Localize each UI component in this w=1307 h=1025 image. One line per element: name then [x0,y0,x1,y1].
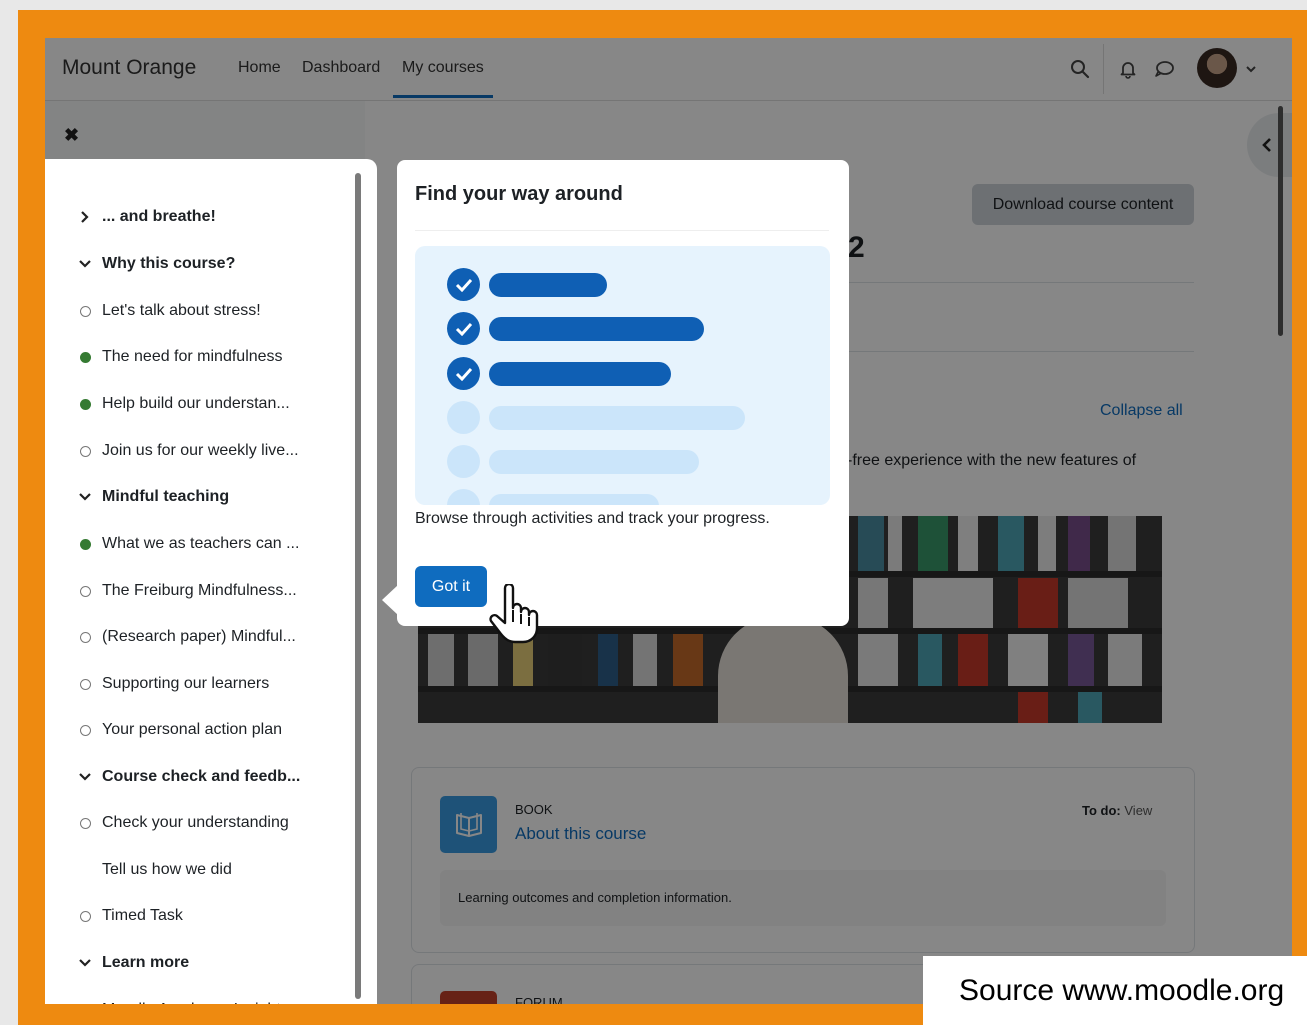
empty-circle-icon [447,489,480,505]
check-icon [447,357,480,390]
completion-empty-icon [78,585,92,597]
completion-done-icon [78,398,92,410]
course-index-activity[interactable]: Tell us how we did [45,850,345,890]
course-index-section[interactable]: Course check and feedb... [45,757,345,797]
course-index-label: Why this course? [102,255,236,272]
course-index-activity[interactable]: Supporting our learners [45,664,345,704]
course-index-label: The Freiburg Mindfulness... [102,582,297,599]
course-index-activity[interactable]: Join us for our weekly live... [45,431,345,471]
progress-illustration [415,246,830,505]
moodle-screen: Mount Orange Home Dashboard My courses ✖… [45,38,1292,1004]
course-index-label: Learn more [102,954,190,971]
course-index-activity[interactable]: What we as teachers can ... [45,524,345,564]
course-index-activity[interactable]: Help build our understan... [45,384,345,424]
popover-text: Browse through activities and track your… [415,510,770,527]
completion-empty-icon [78,724,92,736]
course-index-activity[interactable]: The Freiburg Mindfulness... [45,571,345,611]
course-index-label: Help build our understan... [102,395,290,412]
course-index-label: Course check and feedb... [102,768,301,785]
source-caption: Source www.moodle.org [923,956,1307,1025]
completion-empty-icon [78,817,92,829]
course-index-section[interactable]: Mindful teaching [45,477,345,517]
chevron-down-icon [78,772,92,782]
progress-bar [489,273,607,297]
course-index-activity[interactable]: Your personal action plan [45,710,345,750]
progress-bar [489,362,671,386]
completion-empty-icon [78,631,92,643]
course-index-label: Supporting our learners [102,675,270,692]
course-index-activity[interactable]: Moodle Academy: Insight... [45,990,345,1004]
course-index-activity[interactable]: Timed Task [45,896,345,936]
course-index-label: Moodle Academy: Insight... [102,1001,294,1004]
empty-circle-icon [447,401,480,434]
progress-bar [489,494,659,505]
empty-circle-icon [447,445,480,478]
completion-done-icon [78,538,92,550]
course-index-activity[interactable]: (Research paper) Mindful... [45,617,345,657]
got-it-button[interactable]: Got it [415,566,487,607]
divider [415,230,829,231]
check-icon [447,312,480,345]
course-index-label: Timed Task [102,907,183,924]
course-index-section[interactable]: Learn more [45,943,345,983]
chevron-down-icon [78,259,92,269]
course-index-activity[interactable]: Check your understanding [45,803,345,843]
chevron-down-icon [78,492,92,502]
course-index-scrollbar[interactable] [355,173,361,999]
course-index-label: What we as teachers can ... [102,535,300,552]
course-index-label: Tell us how we did [102,861,232,878]
completion-empty-icon [78,445,92,457]
course-index-label: The need for mindfulness [102,348,283,365]
check-icon [447,268,480,301]
hand-pointer-icon [487,582,541,649]
course-index-activity[interactable]: Let's talk about stress! [45,291,345,331]
course-index-label: Your personal action plan [102,721,282,738]
completion-empty-icon [78,305,92,317]
course-index-label: ... and breathe! [102,208,216,225]
course-index-section[interactable]: ... and breathe! [45,197,345,237]
progress-bar [489,450,699,474]
progress-bar [489,317,704,341]
progress-bar [489,406,745,430]
completion-empty-icon [78,678,92,690]
course-index-label: Mindful teaching [102,488,230,505]
course-index-label: Let's talk about stress! [102,302,261,319]
course-index-highlight: ... and breathe! Why this course? Let's ta… [45,159,377,1004]
completion-done-icon [78,351,92,363]
course-index-activity[interactable]: The need for mindfulness [45,337,345,377]
course-index-label: Check your understanding [102,814,289,831]
course-index-section[interactable]: Why this course? [45,244,345,284]
chevron-down-icon [78,958,92,968]
tour-popover: Find your way around Browse through acti… [397,160,849,626]
course-index-label: Join us for our weekly live... [102,442,299,459]
chevron-right-icon [78,211,92,223]
popover-title: Find your way around [415,183,623,205]
course-index-label: (Research paper) Mindful... [102,628,296,645]
popover-arrow [382,585,398,615]
completion-empty-icon [78,910,92,922]
